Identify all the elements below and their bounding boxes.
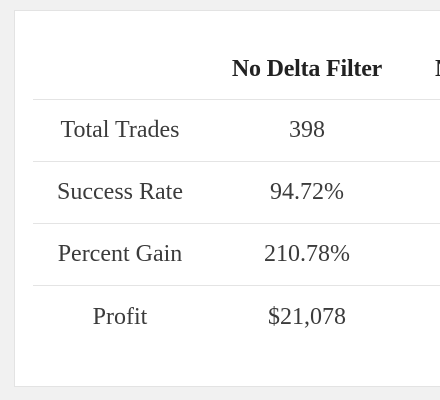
comparison-card: No Delta Filter N Total Trades 398 Succe… [14,10,440,387]
header-cell-next-column: N [407,56,440,83]
row-label-total-trades: Total Trades [60,117,180,143]
row-value-total-trades: 398 [289,117,325,143]
header-cell-no-delta-filter: No Delta Filter [231,55,383,82]
table-row: Success Rate 94.72% [33,162,440,224]
row-value-success-rate: 94.72% [270,179,344,205]
row-value-percent-gain: 210.78% [264,241,350,267]
table-row: Profit $21,078 [33,286,440,348]
row-value-profit: $21,078 [268,303,346,330]
table-row: Total Trades 398 [33,100,440,162]
table-header-row: No Delta Filter N [33,39,440,100]
row-label-success-rate: Success Rate [57,179,183,205]
row-label-percent-gain: Percent Gain [57,241,183,267]
row-label-profit: Profit [92,303,148,330]
table-row: Percent Gain 210.78% [33,224,440,286]
comparison-table: No Delta Filter N Total Trades 398 Succe… [33,39,440,348]
